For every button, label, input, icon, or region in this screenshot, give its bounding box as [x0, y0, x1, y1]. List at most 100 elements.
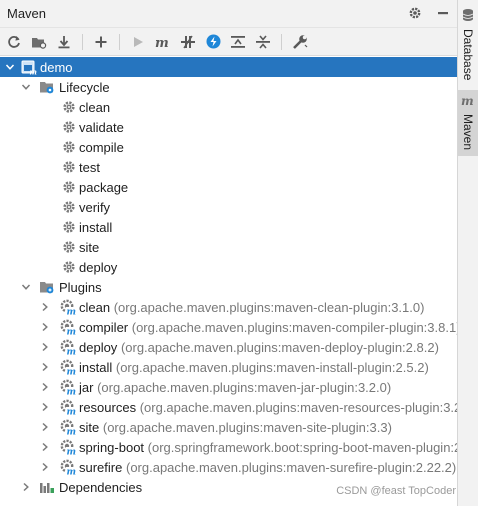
skip-tests-icon[interactable]: [204, 33, 222, 51]
svg-text:m: m: [67, 408, 77, 416]
maven-plugin-icon: m: [60, 299, 76, 315]
toggle-offline-icon[interactable]: [179, 33, 197, 51]
collapse-arrow-icon[interactable]: [40, 302, 50, 312]
dependencies-icon: [39, 479, 55, 495]
tree-plugins-folder[interactable]: Plugins: [0, 277, 457, 297]
plugin-item-label: compiler: [79, 320, 129, 335]
collapse-all-icon[interactable]: [254, 33, 272, 51]
lifecycle-phase-item[interactable]: verify: [0, 197, 457, 217]
plugin-item[interactable]: m install (org.apache.maven.plugins:maven…: [0, 357, 457, 377]
lifecycle-phase-item[interactable]: test: [0, 157, 457, 177]
toolbar-separator: [281, 33, 282, 50]
plugin-item-text: resources (org.apache.maven.plugins:mave…: [79, 400, 457, 415]
maven-plugin-icon: m: [60, 399, 76, 415]
maven-toolbar: m: [0, 28, 457, 56]
collapse-arrow-icon[interactable]: [40, 462, 50, 472]
gear-icon: [61, 179, 77, 195]
reload-icon[interactable]: [5, 33, 23, 51]
lifecycle-phase-item[interactable]: clean: [0, 97, 457, 117]
expand-arrow-icon[interactable]: [5, 62, 15, 72]
database-tab[interactable]: Database: [458, 8, 478, 80]
plugin-item-text: compiler (org.apache.maven.plugins:maven…: [79, 320, 457, 335]
plugin-item-coordinates: (org.apache.maven.plugins:maven-resource…: [139, 400, 457, 415]
plugin-item[interactable]: m compiler (org.apache.maven.plugins:mave…: [0, 317, 457, 337]
collapse-arrow-icon[interactable]: [21, 482, 31, 492]
toolbar-separator: [119, 33, 120, 50]
plugin-item-coordinates: (org.apache.maven.plugins:maven-jar-plug…: [97, 380, 392, 395]
toolbar-separator: [82, 33, 83, 50]
tree-root-project[interactable]: m demo: [0, 57, 457, 77]
maven-plugin-icon: m: [60, 379, 76, 395]
plugin-item-coordinates: (org.apache.maven.plugins:maven-deploy-p…: [120, 340, 439, 355]
lifecycle-phase-item-label: test: [79, 160, 100, 175]
plugin-item-label: spring-boot: [79, 440, 145, 455]
show-dependencies-icon[interactable]: [229, 33, 247, 51]
gear-icon: [61, 239, 77, 255]
plugin-item-text: surefire (org.apache.maven.plugins:maven…: [79, 460, 456, 475]
expand-arrow-icon[interactable]: [21, 82, 31, 92]
maven-module-icon: m: [21, 59, 37, 75]
plugin-item-coordinates: (org.apache.maven.plugins:maven-compiler…: [131, 320, 457, 335]
plugin-item-text: deploy (org.apache.maven.plugins:maven-d…: [79, 340, 439, 355]
lifecycle-phase-item[interactable]: deploy: [0, 257, 457, 277]
collapse-arrow-icon[interactable]: [40, 342, 50, 352]
gear-icon[interactable]: [407, 5, 423, 21]
collapse-arrow-icon[interactable]: [40, 422, 50, 432]
maven-tab[interactable]: m Maven: [458, 90, 478, 156]
plugin-item[interactable]: m clean (org.apache.maven.plugins:maven-c…: [0, 297, 457, 317]
lifecycle-phase-item[interactable]: package: [0, 177, 457, 197]
collapse-arrow-icon[interactable]: [40, 362, 50, 372]
lifecycle-phase-item[interactable]: site: [0, 237, 457, 257]
download-icon[interactable]: [55, 33, 73, 51]
expand-arrow-icon[interactable]: [21, 282, 31, 292]
add-icon[interactable]: [92, 33, 110, 51]
plugin-item-label: deploy: [79, 340, 118, 355]
plugin-item[interactable]: m resources (org.apache.maven.plugins:mav…: [0, 397, 457, 417]
lifecycle-phase-item[interactable]: install: [0, 217, 457, 237]
collapse-arrow-icon[interactable]: [40, 442, 50, 452]
maven-plugin-icon: m: [60, 439, 76, 455]
plugin-item[interactable]: m jar (org.apache.maven.plugins:maven-jar…: [0, 377, 457, 397]
generate-sources-icon[interactable]: [30, 33, 48, 51]
watermark: CSDN @feast TopCoder: [336, 485, 456, 497]
tree-lifecycle-folder[interactable]: Lifecycle: [0, 77, 457, 97]
maven-plugin-icon: m: [60, 459, 76, 475]
minimize-icon[interactable]: [435, 5, 451, 21]
execute-goal-icon[interactable]: m: [154, 33, 172, 51]
svg-text:m: m: [155, 36, 169, 48]
svg-text:m: m: [67, 368, 77, 376]
tool-window-header: Maven: [0, 0, 457, 28]
project-tree: m demo Lifecycle clean validate compile test pa…: [0, 57, 457, 497]
plugin-item[interactable]: m site (org.apache.maven.plugins:maven-si…: [0, 417, 457, 437]
plugin-item-coordinates: (org.apache.maven.plugins:maven-install-…: [115, 360, 429, 375]
maven-icon: m: [461, 94, 475, 110]
lifecycle-phase-item-label: package: [79, 180, 129, 195]
plugin-item-coordinates: (org.apache.maven.plugins:maven-clean-pl…: [113, 300, 425, 315]
svg-text:m: m: [30, 68, 37, 76]
lifecycle-phase-item-label: site: [79, 240, 100, 255]
collapse-arrow-icon[interactable]: [40, 322, 50, 332]
lifecycle-phase-item[interactable]: validate: [0, 117, 457, 137]
plugin-item[interactable]: m surefire (org.apache.maven.plugins:mave…: [0, 457, 457, 477]
svg-text:m: m: [67, 468, 77, 476]
maven-plugin-icon: m: [60, 359, 76, 375]
plugin-item[interactable]: m deploy (org.apache.maven.plugins:maven-…: [0, 337, 457, 357]
collapse-arrow-icon[interactable]: [40, 382, 50, 392]
plugins-folder-icon: [39, 279, 55, 295]
run-icon[interactable]: [129, 33, 147, 51]
plugin-item-coordinates: (org.apache.maven.plugins:maven-surefire…: [125, 460, 457, 475]
wrench-icon[interactable]: [291, 33, 309, 51]
gear-icon: [61, 159, 77, 175]
plugin-item[interactable]: m spring-boot (org.springframework.boot:s…: [0, 437, 457, 457]
database-tab-label: Database: [461, 29, 475, 81]
lifecycle-phase-item-label: compile: [79, 140, 124, 155]
plugin-item-text: site (org.apache.maven.plugins:maven-sit…: [79, 420, 392, 435]
plugin-item-text: jar (org.apache.maven.plugins:maven-jar-…: [79, 380, 391, 395]
gear-icon: [61, 99, 77, 115]
collapse-arrow-icon[interactable]: [40, 402, 50, 412]
svg-text:m: m: [461, 95, 474, 107]
plugin-item-label: jar: [79, 380, 94, 395]
lifecycle-phase-item-label: clean: [79, 100, 111, 115]
lifecycle-phase-item[interactable]: compile: [0, 137, 457, 157]
plugin-item-text: install (org.apache.maven.plugins:maven-…: [79, 360, 429, 375]
